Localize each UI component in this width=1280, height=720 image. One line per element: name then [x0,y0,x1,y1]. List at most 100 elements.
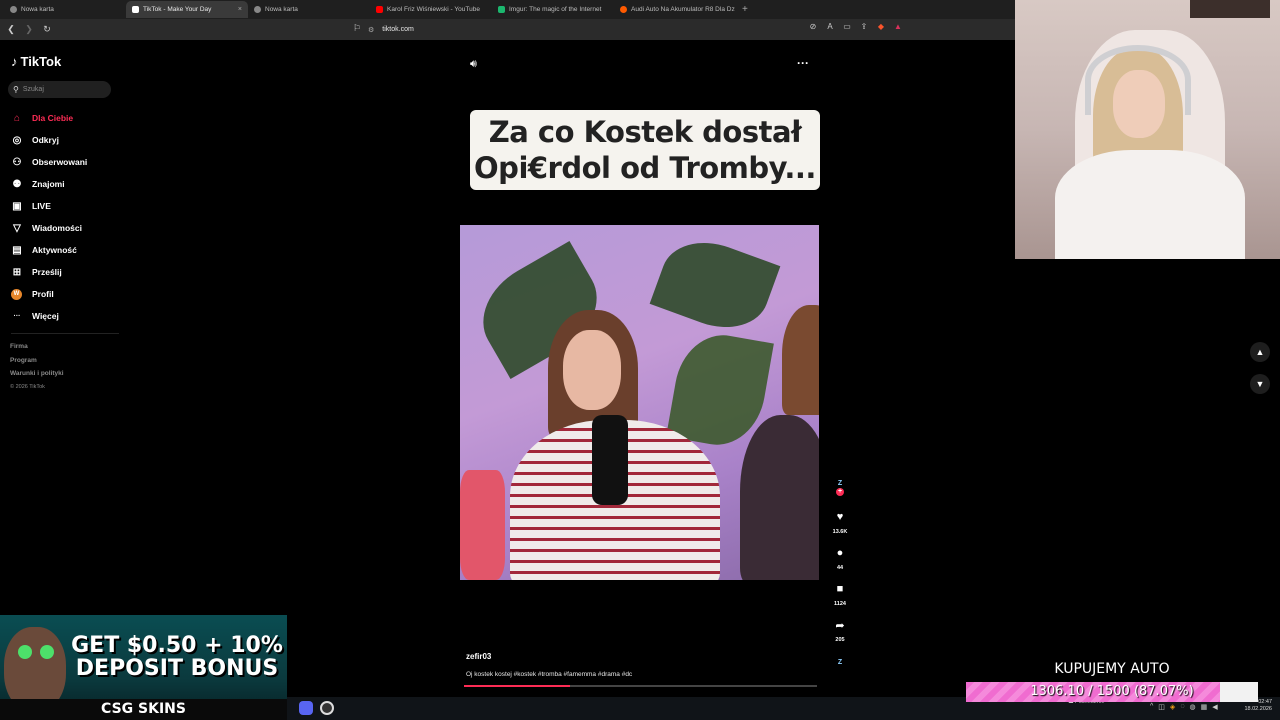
video-frame[interactable] [460,225,819,580]
tab-imgur[interactable]: Imgur: The magic of the Internet [492,1,614,18]
friends-icon: ⚉ [12,178,22,190]
home-icon: ⌂ [13,112,21,124]
search-input[interactable]: ⚲ Szukaj [8,81,111,98]
close-icon[interactable]: × [238,6,242,13]
sidebar-item-label: Profil [32,289,54,299]
video-progress-fill [464,685,570,687]
screen: Nowa karta TikTok - Make Your Day × Nowa… [0,0,1280,720]
tiktok-logo[interactable]: ♪ TikTok [11,54,61,69]
shield-icon [254,6,261,13]
sidebar-item-label: LIVE [32,201,51,211]
share-arrow-icon[interactable]: ➦ [832,617,848,633]
goal-progress-bar: 1306.10 / 1500 (87.07%) [966,682,1258,702]
speaker-icon[interactable]: ◀ [1212,703,1217,711]
caption-line-1: Za co Kostek dostał [488,115,802,149]
creator-avatar[interactable]: Z + [833,476,847,496]
tab-label: TikTok - Make Your Day [143,6,212,13]
new-tab-button[interactable]: + [736,4,754,15]
like-icon[interactable]: ♥ [832,509,848,525]
shield-icon [10,6,17,13]
webcam-headset [1085,45,1191,115]
live-icon: ▣ [12,200,22,212]
sidebar-item-aktywnosc[interactable]: ▤ Aktywność [11,239,121,261]
sidebar-item-przeslij[interactable]: ⊞ Prześlij [11,261,121,283]
video-scene-person-face [563,330,621,410]
goal-progress-text: 1306.10 / 1500 (87.07%) [1030,684,1194,699]
youtube-icon [376,6,383,13]
bookmark-icon[interactable]: ⚐ [353,23,361,34]
sidebar-item-znajomi[interactable]: ⚉ Znajomi [11,173,121,195]
sidebar-nav: ⌂ Dla Ciebie ◎ Odkryj ⚇ Obserwowani ⚉ Zn… [11,107,121,327]
browser-toolbar: ❮ ❯ ↻ ⚐ ⚙ tiktok.com ⊘ A ▭ ⇪ ◆ ▲ [0,19,1015,40]
tray-app-icon[interactable]: ◈ [1170,703,1175,711]
tray-chevron-icon[interactable]: ^ [1150,703,1153,711]
translate-icon[interactable]: A [825,22,835,31]
next-video-button[interactable]: ▼ [1250,374,1270,394]
tray-app-icon[interactable]: ◫ [1158,703,1165,711]
share-icon[interactable]: ⇪ [859,22,869,31]
sidebar-item-odkryj[interactable]: ◎ Odkryj [11,129,121,151]
sidebar-divider [11,333,119,334]
forward-icon[interactable]: ❯ [22,23,36,37]
back-icon[interactable]: ❮ [4,23,18,37]
sidebar-item-dla-ciebie[interactable]: ⌂ Dla Ciebie [11,107,121,129]
sidebar-footer: Firma Program Warunki i polityki © 2026 … [10,340,64,394]
tab-nowa-karta-2[interactable]: Nowa karta [248,1,370,18]
chevron-up-icon: ▲ [1255,347,1265,357]
discord-icon[interactable] [299,701,313,715]
caption-line-2: Opi€rdol od Tromby... [474,151,816,185]
tray-app-icon[interactable]: ◍ [1189,703,1195,711]
brave-shield-icon[interactable]: ◆ [876,22,886,31]
tab-allegro[interactable]: Audi Auto Na Akumulator R8 Dla Dz [614,1,736,18]
brave-rewards-icon[interactable]: ▲ [893,22,903,31]
network-icon[interactable]: ▦ [1201,703,1208,711]
footer-link-program[interactable]: Program [10,354,64,368]
site-info-icon[interactable]: ⚙ [368,26,374,34]
obs-icon[interactable] [320,701,334,715]
bookmark-save-icon[interactable]: ■ [832,581,848,597]
save-count: 1124 [834,601,846,607]
tiktok-note-icon: ♪ [11,54,18,69]
sidebar-item-label: Więcej [32,311,59,321]
volume-icon[interactable]: 🔊︎ [470,58,477,71]
video-description[interactable]: Oj kostek kostej #kostek #tromba #famemm… [466,671,632,678]
video-scene-person-right [782,305,819,415]
tab-nowa-karta-1[interactable]: Nowa karta [4,1,126,18]
url-text[interactable]: tiktok.com [382,26,414,33]
sidebar-item-label: Aktywność [32,245,77,255]
video-progress-bar[interactable] [464,685,817,687]
tab-label: Nowa karta [265,6,298,13]
comment-count: 44 [836,565,844,571]
tab-youtube[interactable]: Karol Friz Wiśniewski - YouTube [370,1,492,18]
ad-mascot-eye [40,645,54,659]
sidebar-item-live[interactable]: ▣ LIVE [11,195,121,217]
follow-plus-icon[interactable]: + [836,488,844,496]
more-options-icon[interactable]: ··· [797,56,809,70]
sponsor-ad: GET $0.50 + 10% DEPOSIT BONUS CSG SKINS [0,615,287,720]
sidebar-item-wiecej[interactable]: ··· Więcej [11,305,121,327]
tiktok-icon [132,6,139,13]
extension-icons: ⊘ A ▭ ⇪ ◆ ▲ [808,22,903,31]
cast-icon[interactable]: ▭ [842,22,852,31]
profile-icon: W [11,288,22,300]
search-icon: ⚲ [13,85,19,94]
video-scene-pillow [460,470,505,580]
ad-brand: CSG SKINS [0,699,287,720]
sidebar-item-profil[interactable]: W Profil [11,283,121,305]
tab-label: Karol Friz Wiśniewski - YouTube [387,6,480,13]
tray-app-icon[interactable]: ◌ [1180,703,1184,711]
sidebar-item-wiadomosci[interactable]: ▽ Wiadomości [11,217,121,239]
previous-video-button[interactable]: ▲ [1250,342,1270,362]
webcam-overlay [1015,0,1280,259]
footer-link-terms[interactable]: Warunki i polityki [10,367,64,381]
music-disc-icon[interactable]: Z [838,659,842,666]
video-username[interactable]: zefir03 [466,652,491,661]
comment-icon[interactable]: ● [832,545,848,561]
tab-tiktok[interactable]: TikTok - Make Your Day × [126,1,248,18]
activity-icon: ▤ [12,244,22,256]
system-tray: ^ ◫ ◈ ◌ ◍ ▦ ◀ [1150,703,1218,711]
no-tracking-icon[interactable]: ⊘ [808,22,818,31]
footer-link-firma[interactable]: Firma [10,340,64,354]
sidebar-item-obserwowani[interactable]: ⚇ Obserwowani [11,151,121,173]
reload-icon[interactable]: ↻ [40,23,54,37]
